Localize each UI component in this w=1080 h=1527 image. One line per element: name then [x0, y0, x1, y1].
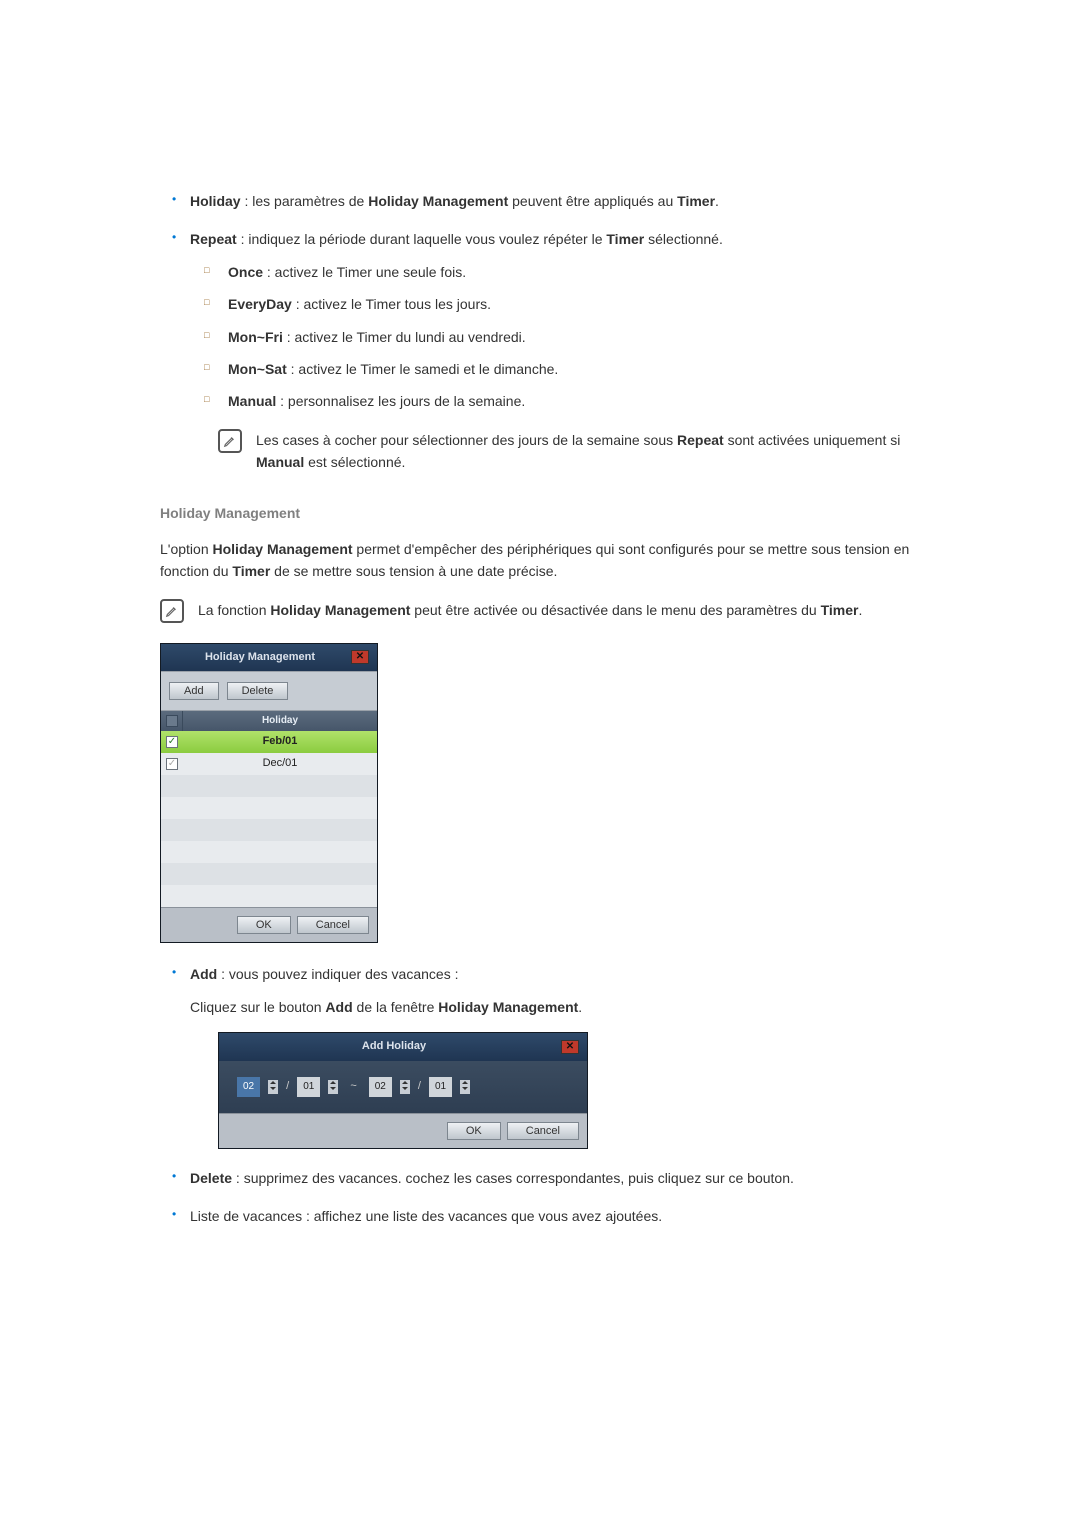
add-holiday-dialog: Add Holiday ✕ 02 / 01 ~ 02 / 01 OK Cance… — [218, 1032, 588, 1149]
close-icon[interactable]: ✕ — [351, 650, 369, 664]
dialog-titlebar: Add Holiday ✕ — [219, 1033, 587, 1061]
row-checkbox[interactable] — [166, 758, 178, 770]
term-repeat: Repeat — [190, 231, 237, 247]
table-header: Holiday — [161, 711, 377, 731]
ok-button[interactable]: OK — [447, 1122, 501, 1140]
note-text: La fonction Holiday Management peut être… — [198, 599, 862, 621]
term-delete: Delete — [190, 1170, 232, 1186]
header-checkbox-cell[interactable] — [161, 711, 183, 731]
table-row-empty — [161, 863, 377, 885]
add-button[interactable]: Add — [169, 682, 219, 700]
dialog-footer: OK Cancel — [219, 1113, 587, 1148]
bullet-list-vacances: Liste de vacances : affichez une liste d… — [190, 1205, 920, 1227]
subbullet-monfri: Mon~Fri : activez le Timer du lundi au v… — [228, 326, 920, 348]
separator: / — [286, 1078, 289, 1096]
bullet-repeat: Repeat : indiquez la période durant laqu… — [190, 228, 920, 473]
intro-paragraph: L'option Holiday Management permet d'emp… — [160, 538, 920, 583]
table-row-empty — [161, 885, 377, 907]
table-row[interactable]: Dec/01 — [161, 753, 377, 775]
header-holiday-label: Holiday — [183, 711, 377, 731]
term-holiday: Holiday — [190, 193, 241, 209]
start-month-field[interactable]: 02 — [237, 1077, 260, 1097]
section-title-holiday-management: Holiday Management — [160, 502, 920, 524]
row-holiday-value: Feb/01 — [183, 733, 377, 751]
dialog-title-text: Add Holiday — [227, 1038, 561, 1056]
pencil-note-icon — [160, 599, 184, 623]
term-add: Add — [190, 966, 217, 982]
subbullet-manual: Manual : personnalisez les jours de la s… — [228, 390, 920, 412]
dialog-title-text: Holiday Management — [169, 649, 351, 667]
table-body: Feb/01 Dec/01 — [161, 731, 377, 907]
cancel-button[interactable]: Cancel — [507, 1122, 579, 1140]
subbullet-monsat: Mon~Sat : activez le Timer le samedi et … — [228, 358, 920, 380]
spinner-icon[interactable] — [460, 1080, 470, 1094]
add-holiday-body: 02 / 01 ~ 02 / 01 — [219, 1061, 587, 1113]
bullet-delete: Delete : supprimez des vacances. cochez … — [190, 1167, 920, 1189]
spinner-icon[interactable] — [268, 1080, 278, 1094]
delete-button[interactable]: Delete — [227, 682, 289, 700]
spinner-icon[interactable] — [328, 1080, 338, 1094]
note-holiday-management-toggle: La fonction Holiday Management peut être… — [160, 599, 920, 623]
table-row-empty — [161, 797, 377, 819]
separator: / — [418, 1078, 421, 1096]
close-icon[interactable]: ✕ — [561, 1040, 579, 1054]
end-day-field[interactable]: 01 — [429, 1077, 452, 1097]
table-row-empty — [161, 841, 377, 863]
note-manual-repeat: Les cases à cocher pour sélectionner des… — [218, 429, 920, 474]
subbullet-everyday: EveryDay : activez le Timer tous les jou… — [228, 293, 920, 315]
bullet-holiday: Holiday : les paramètres de Holiday Mana… — [190, 190, 920, 212]
cancel-button[interactable]: Cancel — [297, 916, 369, 934]
table-row-empty — [161, 819, 377, 841]
subbullet-once: Once : activez le Timer une seule fois. — [228, 261, 920, 283]
add-instruction: Cliquez sur le bouton Add de la fenêtre … — [190, 996, 920, 1018]
dialog-titlebar: Holiday Management ✕ — [161, 644, 377, 672]
holiday-management-dialog: Holiday Management ✕ Add Delete Holiday … — [160, 643, 378, 944]
range-tilde: ~ — [350, 1078, 356, 1096]
row-checkbox[interactable] — [166, 736, 178, 748]
dialog-toolbar: Add Delete — [161, 671, 377, 711]
pencil-note-icon — [218, 429, 242, 453]
dialog-footer: OK Cancel — [161, 907, 377, 942]
bullet-add: Add : vous pouvez indiquer des vacances … — [190, 963, 920, 1148]
note-text: Les cases à cocher pour sélectionner des… — [256, 429, 920, 474]
spinner-icon[interactable] — [400, 1080, 410, 1094]
end-month-field[interactable]: 02 — [369, 1077, 392, 1097]
ok-button[interactable]: OK — [237, 916, 291, 934]
row-holiday-value: Dec/01 — [183, 755, 377, 773]
table-row[interactable]: Feb/01 — [161, 731, 377, 753]
table-row-empty — [161, 775, 377, 797]
start-day-field[interactable]: 01 — [297, 1077, 320, 1097]
